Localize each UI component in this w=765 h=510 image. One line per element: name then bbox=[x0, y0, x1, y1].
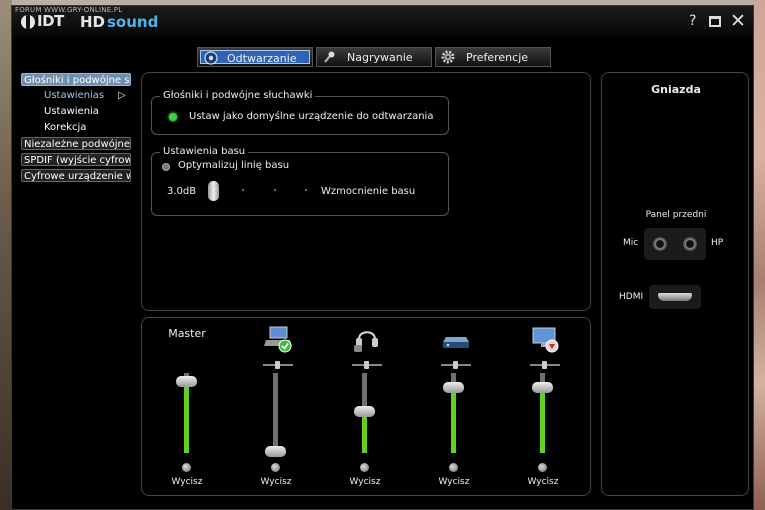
bass-slider-tick bbox=[242, 189, 244, 191]
logo-brand: IDT bbox=[37, 12, 64, 30]
tree-item-digital-output[interactable]: Cyfrowe urządzenie wyjściowe bbox=[21, 169, 131, 182]
volume-thumb[interactable] bbox=[443, 382, 464, 393]
volume-thumb[interactable] bbox=[265, 446, 286, 457]
balance-thumb[interactable] bbox=[542, 361, 547, 369]
headphone-jack-icon[interactable] bbox=[683, 237, 697, 251]
hdmi-port-box bbox=[649, 285, 701, 309]
volume-slider-headphones[interactable] bbox=[354, 373, 375, 453]
speaker-group-title: Głośniki i podwójne słuchawki bbox=[160, 90, 316, 101]
volume-slider-laptop[interactable] bbox=[265, 373, 286, 457]
volume-thumb[interactable] bbox=[176, 376, 197, 387]
balance-slider[interactable] bbox=[352, 361, 382, 369]
channel-headphones: Wycisz bbox=[335, 318, 395, 497]
spdif-device-icon bbox=[443, 337, 469, 348]
hp-jack-label: HP bbox=[711, 238, 724, 248]
channel-laptop-speakers: Wycisz bbox=[246, 318, 306, 497]
bass-slider-thumb[interactable] bbox=[208, 181, 219, 201]
mute-button-master[interactable] bbox=[182, 463, 191, 472]
tab-recording-label: Nagrywanie bbox=[347, 51, 413, 64]
mute-button-spdif[interactable] bbox=[449, 463, 458, 472]
tree-subitem-settings-active[interactable]: Ustawienias bbox=[42, 89, 104, 102]
mic-jack-icon[interactable] bbox=[653, 237, 667, 251]
default-device-indicator[interactable] bbox=[169, 113, 177, 121]
channel-spdif: Wycisz bbox=[424, 318, 484, 497]
mute-button-laptop[interactable] bbox=[271, 463, 280, 472]
mic-jack-label: Mic bbox=[623, 238, 639, 248]
tab-preferences-label: Preferencje bbox=[466, 51, 529, 64]
mute-label: Wycisz bbox=[260, 477, 292, 487]
monitor-output-icon bbox=[532, 327, 559, 353]
tab-preferences[interactable]: Preferencje bbox=[435, 47, 551, 67]
volume-fill bbox=[184, 381, 189, 453]
hdmi-label: HDMI bbox=[619, 292, 644, 302]
tab-recording[interactable]: Nagrywanie bbox=[316, 47, 432, 67]
volume-slider-digital-output[interactable] bbox=[532, 373, 553, 453]
speaker-group: Głośniki i podwójne słuchawki Ustaw jako… bbox=[151, 90, 449, 135]
volume-fill bbox=[540, 387, 545, 453]
hdmi-port-icon[interactable] bbox=[658, 293, 692, 301]
bass-optimize-radio[interactable] bbox=[162, 163, 170, 171]
volume-thumb[interactable] bbox=[354, 406, 375, 417]
tree-item-speakers-headphones[interactable]: Głośniki i podwójne słuchawki bbox=[21, 73, 131, 86]
mute-button-headphones[interactable] bbox=[360, 463, 369, 472]
channel-master: Master Wycisz bbox=[157, 318, 217, 497]
front-panel-label: Panel przedni bbox=[645, 210, 707, 220]
logo-sound: sound bbox=[107, 13, 159, 31]
volume-fill bbox=[451, 387, 456, 453]
bass-value: 3.0dB bbox=[167, 186, 197, 197]
volume-fill bbox=[362, 411, 367, 453]
tree-item-independent-headphones[interactable]: Niezależne podwójne słuchawki bbox=[21, 137, 131, 150]
mute-label: Wycisz bbox=[171, 477, 203, 487]
front-jack-box bbox=[644, 228, 706, 260]
idt-hd-sound-window: FORUM WWW.GRY-ONLINE.PL IDT HD sound ? ✕… bbox=[11, 5, 754, 510]
volume-slider-spdif[interactable] bbox=[443, 373, 464, 453]
balance-thumb[interactable] bbox=[453, 361, 458, 369]
tree-arrow-icon: ▷ bbox=[118, 90, 126, 101]
close-button[interactable]: ✕ bbox=[730, 10, 746, 32]
balance-slider[interactable] bbox=[530, 361, 560, 369]
bass-optimize-label[interactable]: Optymalizuj linię basu bbox=[178, 160, 289, 171]
watermark: FORUM WWW.GRY-ONLINE.PL bbox=[15, 6, 123, 14]
mixer-panel: Master Wycisz Wycisz Wycisz Wycisz Wycis… bbox=[141, 317, 591, 496]
mute-label: Wycisz bbox=[438, 477, 470, 487]
tree-item-spdif[interactable]: SPDIF (wyjście cyfrowe) bbox=[21, 153, 131, 166]
speaker-icon bbox=[204, 51, 218, 65]
channel-master-title: Master bbox=[168, 327, 206, 340]
bass-slider-tick bbox=[305, 189, 307, 191]
volume-thumb[interactable] bbox=[532, 382, 553, 393]
help-button[interactable]: ? bbox=[689, 13, 696, 29]
mute-label: Wycisz bbox=[527, 477, 559, 487]
headphones-icon bbox=[354, 331, 378, 352]
maximize-button[interactable] bbox=[709, 16, 721, 27]
bass-group: Ustawienia basu Optymalizuj linię basu 3… bbox=[151, 146, 449, 216]
balance-slider[interactable] bbox=[441, 361, 471, 369]
gear-icon bbox=[441, 50, 455, 64]
mute-label: Wycisz bbox=[349, 477, 381, 487]
bass-boost-label: Wzmocnienie basu bbox=[321, 186, 416, 197]
settings-panel: Głośniki i podwójne słuchawki Ustaw jako… bbox=[141, 72, 591, 311]
default-device-label[interactable]: Ustaw jako domyślne urządzenie do odtwar… bbox=[189, 111, 433, 122]
jacks-panel: Gniazda Panel przedni Mic HP HDMI bbox=[601, 72, 749, 496]
title-bar[interactable]: IDT HD sound ? ✕ bbox=[12, 6, 753, 38]
mute-button-digital-output[interactable] bbox=[538, 463, 547, 472]
balance-thumb[interactable] bbox=[275, 361, 280, 369]
volume-slider-master[interactable] bbox=[176, 373, 197, 453]
microphone-icon bbox=[324, 51, 335, 63]
logo-hd: HD bbox=[80, 13, 106, 31]
bass-slider-tick bbox=[274, 189, 276, 191]
channel-digital-output: Wycisz bbox=[513, 318, 573, 497]
tab-playback-label: Odtwarzanie bbox=[227, 52, 297, 65]
tree-subitem-equalizer[interactable]: Korekcja bbox=[42, 121, 86, 134]
tree-subitem-settings[interactable]: Ustawienia bbox=[42, 105, 99, 118]
jacks-title: Gniazda bbox=[651, 83, 701, 96]
laptop-speakers-icon bbox=[264, 326, 292, 353]
bass-group-title: Ustawienia basu bbox=[160, 146, 249, 157]
idt-logo-icon bbox=[21, 15, 35, 29]
balance-thumb[interactable] bbox=[364, 361, 369, 369]
tab-playback[interactable]: Odtwarzanie bbox=[197, 47, 313, 67]
balance-slider[interactable] bbox=[263, 361, 293, 369]
